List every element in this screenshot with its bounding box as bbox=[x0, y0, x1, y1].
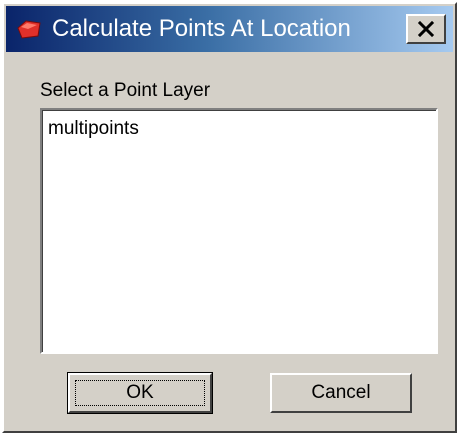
title-bar[interactable]: Calculate Points At Location bbox=[6, 6, 453, 52]
window-title: Calculate Points At Location bbox=[52, 15, 351, 42]
point-layer-listbox[interactable]: multipoints bbox=[40, 108, 438, 354]
ok-button[interactable]: OK bbox=[67, 372, 213, 414]
prompt-label: Select a Point Layer bbox=[40, 80, 211, 101]
dialog-window: Calculate Points At Location Select a Po… bbox=[2, 2, 457, 433]
close-button[interactable] bbox=[406, 14, 446, 44]
layer-icon bbox=[16, 18, 42, 40]
cancel-button-label: Cancel bbox=[311, 382, 371, 403]
cancel-button[interactable]: Cancel bbox=[270, 373, 412, 413]
close-icon bbox=[417, 21, 435, 37]
focus-rectangle bbox=[75, 380, 205, 406]
list-item[interactable]: multipoints bbox=[48, 118, 139, 140]
